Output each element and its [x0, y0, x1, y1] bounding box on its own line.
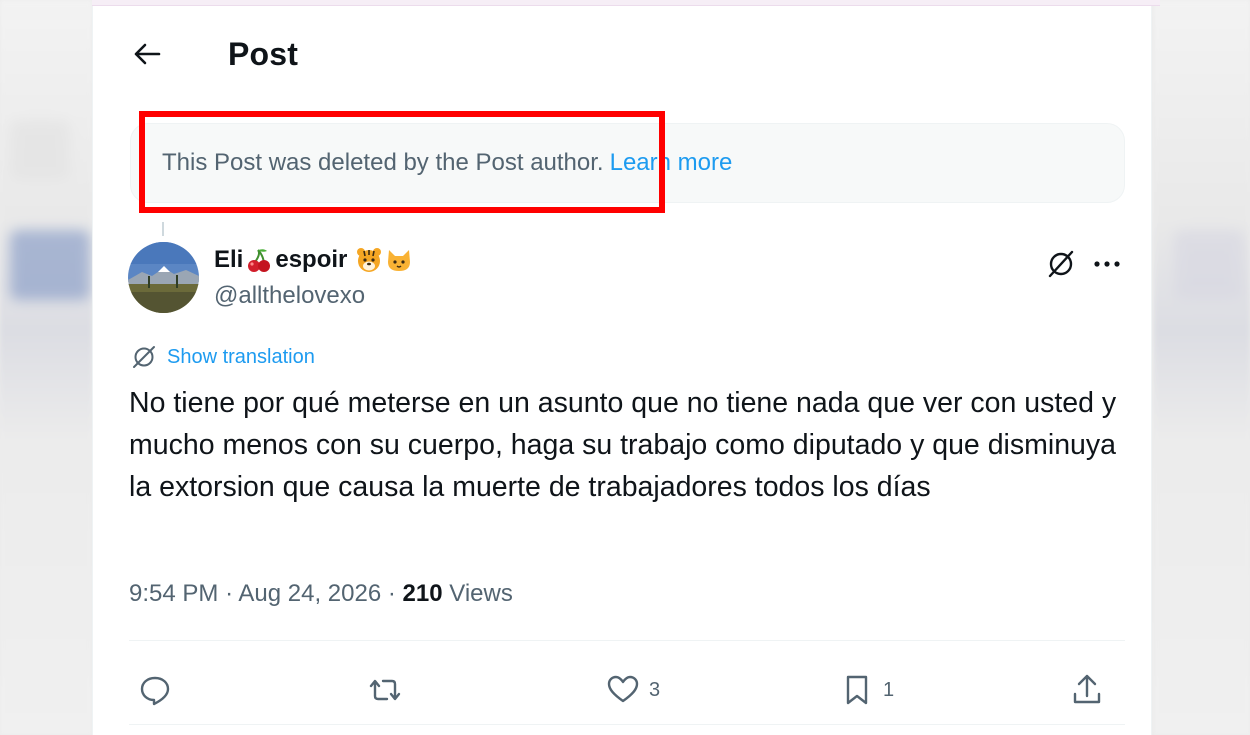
- thread-line: [162, 222, 164, 236]
- like-button[interactable]: 3: [605, 670, 660, 710]
- show-translation[interactable]: Show translation: [131, 344, 315, 370]
- bookmark-button[interactable]: 1: [839, 670, 894, 710]
- views-count: 210: [402, 580, 443, 607]
- divider-bottom: [129, 724, 1125, 725]
- page-title: Post: [228, 36, 299, 72]
- post-panel: Post This Post was deleted by the Post a…: [92, 6, 1152, 735]
- background-left: [0, 0, 92, 735]
- grok-icon: [1048, 250, 1074, 278]
- action-bar: 3 1: [129, 656, 1125, 726]
- cat-icon: [388, 250, 411, 271]
- post-time[interactable]: 9:54 PM: [129, 580, 218, 607]
- post-text: No tiene por qué meterse en un asunto qu…: [129, 387, 1117, 503]
- bookmark-icon: [846, 675, 868, 705]
- cherry-icon: [248, 249, 271, 272]
- author-name-text: Eli: [214, 246, 244, 273]
- avatar[interactable]: [128, 242, 199, 313]
- back-button[interactable]: [129, 36, 165, 72]
- post-date[interactable]: Aug 24, 2026: [238, 580, 381, 607]
- tiger-icon: [357, 248, 382, 272]
- views-label: Views: [449, 580, 513, 607]
- header: Post: [93, 6, 1151, 101]
- background-right: [1154, 0, 1250, 735]
- grok-button[interactable]: [1043, 246, 1079, 282]
- post-meta: 9:54 PM · Aug 24, 2026 · 210 Views: [129, 580, 513, 608]
- meta-separator: ·: [225, 580, 239, 607]
- repost-icon: [369, 679, 401, 701]
- translate-icon: [133, 346, 155, 368]
- more-icon: [1094, 261, 1120, 267]
- repost-button[interactable]: [365, 670, 405, 710]
- highlight-box: [139, 111, 665, 213]
- avatar-image: [128, 242, 199, 313]
- reply-icon: [140, 676, 170, 706]
- author-name-suffix: espoir: [275, 246, 348, 273]
- bookmark-count: 1: [883, 678, 895, 701]
- meta-separator: ·: [387, 580, 403, 607]
- author-handle[interactable]: @allthelovexo: [214, 282, 365, 310]
- back-arrow-icon: [134, 43, 161, 65]
- more-button[interactable]: [1089, 246, 1125, 282]
- share-icon: [1073, 674, 1101, 704]
- show-translation-label: Show translation: [167, 345, 315, 368]
- author-name[interactable]: Eli espoir: [214, 246, 413, 274]
- divider-top: [129, 640, 1125, 641]
- like-icon: [607, 675, 639, 703]
- like-count: 3: [649, 678, 661, 701]
- reply-button[interactable]: [137, 670, 173, 710]
- share-button[interactable]: [1069, 670, 1105, 710]
